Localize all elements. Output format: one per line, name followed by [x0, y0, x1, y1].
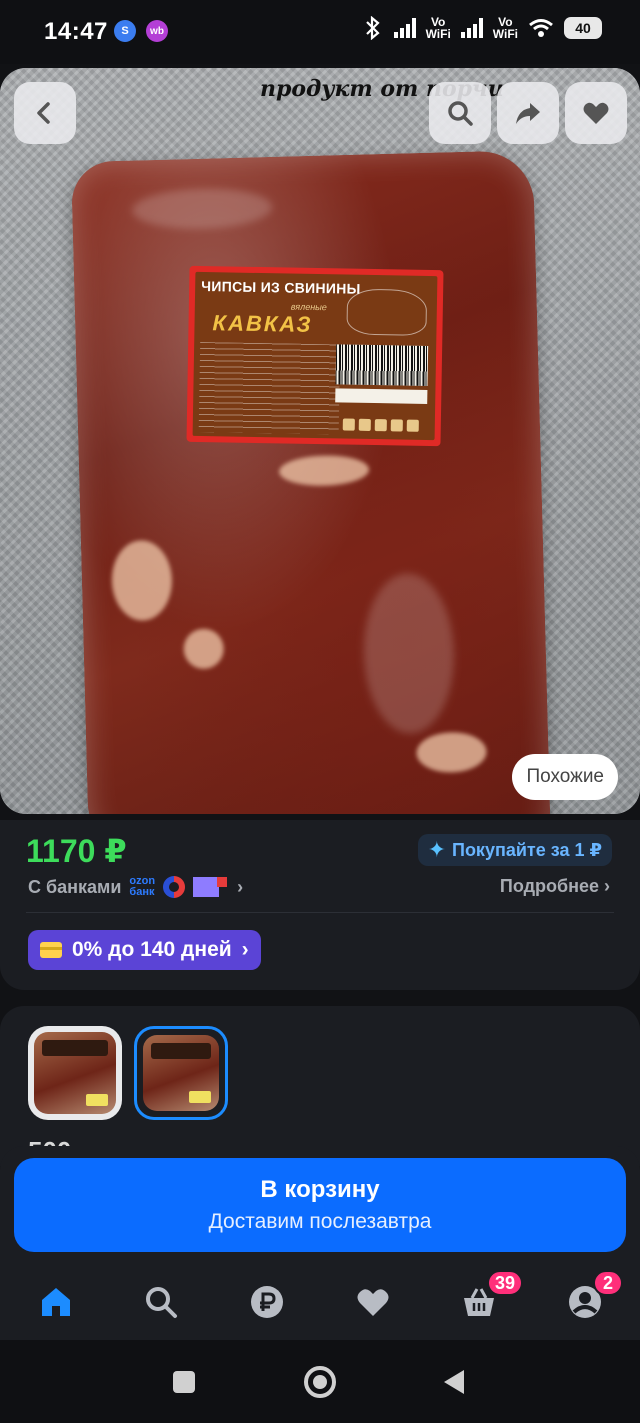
cart-count-badge: 39 — [487, 1270, 524, 1296]
home-icon — [42, 1288, 70, 1316]
nav-search[interactable] — [139, 1280, 183, 1324]
banks-label: С банками — [28, 876, 122, 897]
wb-notification-icon: wb — [146, 20, 168, 42]
battery-indicator: 40 — [564, 17, 602, 39]
divider — [26, 912, 614, 913]
barcode — [335, 344, 429, 386]
label-subheading: вяленые — [290, 301, 327, 313]
chevron-right-icon: › — [241, 938, 249, 961]
add-to-cart-label: В корзину — [260, 1176, 380, 1203]
search-icon — [146, 1287, 177, 1318]
nav-home[interactable] — [34, 1280, 78, 1324]
variants-card: 500 — [0, 1006, 640, 1166]
search-button[interactable] — [429, 82, 491, 144]
system-navigation-bar — [0, 1340, 640, 1423]
triangle-back-icon — [444, 1370, 464, 1394]
vowifi-indicator: Vo WiFi — [425, 15, 451, 41]
variant-thumbnail-selected[interactable] — [134, 1026, 228, 1120]
installment-button[interactable]: 0% до 140 дней › — [28, 930, 261, 970]
vowifi-indicator: Vo WiFi — [492, 15, 518, 41]
heart-icon — [583, 102, 609, 124]
share-icon — [516, 103, 540, 124]
add-to-cart-button[interactable]: В корзину Доставим послезавтра — [14, 1158, 626, 1252]
status-time: 14:47 — [44, 18, 108, 45]
label-icons — [342, 418, 419, 432]
variant-thumbnail[interactable] — [28, 1026, 122, 1120]
buy-for-label: Покупайте за 1 ₽ — [452, 839, 602, 860]
label-date-strip — [335, 388, 428, 404]
nav-payments[interactable] — [245, 1280, 289, 1324]
share-button[interactable] — [497, 82, 559, 144]
nav-profile[interactable]: 2 — [563, 1270, 623, 1324]
label-fine-print — [198, 341, 341, 435]
status-bar: 14:47 S wb Vo WiFi Vo WiFi 40 — [0, 0, 640, 64]
profile-badge: 2 — [593, 1270, 623, 1296]
pig-drawing — [346, 288, 428, 336]
product-photo[interactable]: продукт от порчи ЧИПСЫ ИЗ СВИНИНЫ вялены… — [0, 68, 640, 814]
product-label: ЧИПСЫ ИЗ СВИНИНЫ вяленые КАВКАЗ — [186, 265, 444, 447]
label-heading: ЧИПСЫ ИЗ СВИНИНЫ — [201, 278, 361, 297]
back-system-button[interactable] — [434, 1362, 474, 1402]
home-system-button[interactable] — [300, 1362, 340, 1402]
nav-favorites[interactable] — [351, 1280, 395, 1324]
ruble-icon — [251, 1286, 283, 1318]
similar-button[interactable]: Похожие — [512, 754, 618, 800]
product-package — [70, 150, 552, 814]
search-icon — [448, 101, 473, 126]
price: 1170 ₽ — [26, 833, 127, 869]
recents-button[interactable] — [164, 1362, 204, 1402]
buy-for-1-ruble-badge[interactable]: ✦ Покупайте за 1 ₽ — [417, 834, 612, 866]
bank-logo — [163, 876, 186, 898]
banks-row[interactable]: С банками ozon банк › — [28, 876, 243, 898]
delivery-label: Доставим послезавтра — [208, 1210, 432, 1233]
wifi-icon — [529, 19, 553, 37]
bottom-navigation: 39 2 — [0, 1266, 640, 1336]
favorite-button[interactable] — [565, 82, 627, 144]
signal-icon — [393, 18, 416, 38]
nav-cart[interactable]: 39 — [457, 1270, 524, 1324]
ozon-bank-logo: ozon банк — [129, 875, 156, 898]
signal-icon — [460, 18, 483, 38]
more-details-link[interactable]: Подробнее › — [500, 876, 610, 897]
sparkle-icon: ✦ — [427, 837, 446, 862]
app-notification-icon: S — [114, 20, 136, 42]
installment-label: 0% до 140 дней — [72, 938, 232, 961]
heart-icon — [357, 1289, 389, 1316]
status-indicators: Vo WiFi Vo WiFi 40 — [362, 16, 602, 40]
back-button[interactable] — [14, 82, 76, 144]
card-icon — [40, 942, 62, 958]
bluetooth-icon — [365, 16, 380, 40]
price-card: 1170 ₽ ✦ Покупайте за 1 ₽ С банками ozon… — [0, 820, 640, 990]
square-icon — [173, 1371, 195, 1393]
bank-logo — [193, 877, 228, 897]
chevron-right-icon: › — [237, 876, 244, 897]
back-icon — [37, 102, 50, 124]
circle-icon — [304, 1366, 336, 1398]
label-brand: КАВКАЗ — [212, 310, 313, 337]
